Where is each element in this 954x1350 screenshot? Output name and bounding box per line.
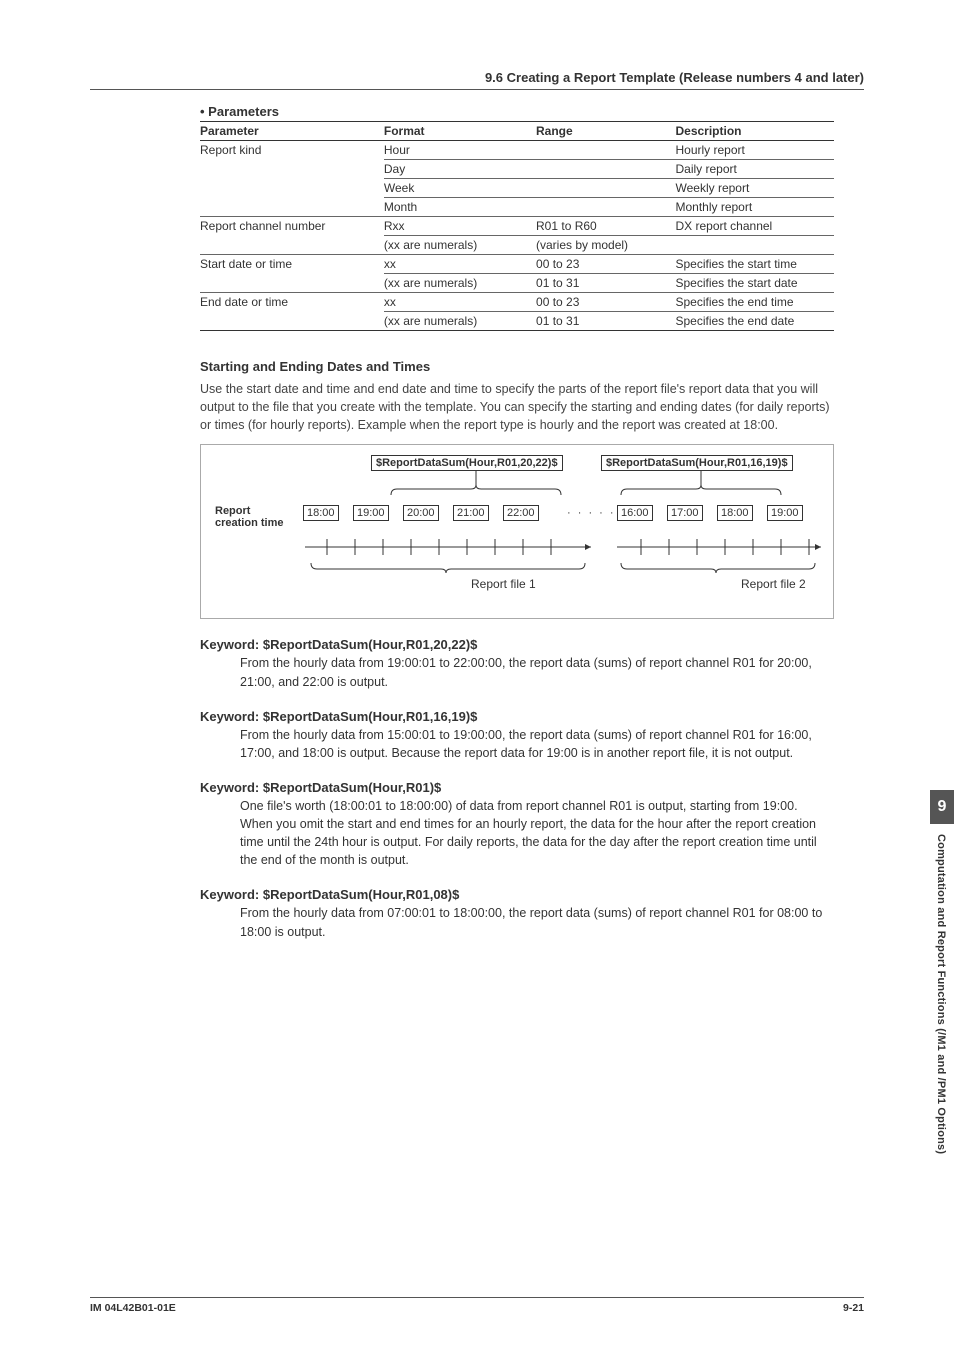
table-row: End date or timexx00 to 23Specifies the … <box>200 293 834 312</box>
table-row: Month Monthly report <box>200 198 834 217</box>
table-cell: Specifies the start date <box>675 274 834 293</box>
table-cell: 00 to 23 <box>536 293 675 312</box>
table-cell: Monthly report <box>675 198 834 217</box>
creation-time-label: Report creation time <box>215 505 283 529</box>
chapter-number: 9 <box>930 790 954 824</box>
table-cell: Hourly report <box>675 141 834 160</box>
col-description: Description <box>675 122 834 141</box>
table-cell: 00 to 23 <box>536 255 675 274</box>
col-range: Range <box>536 122 675 141</box>
table-cell: Hour <box>384 141 536 160</box>
keyword-body: From the hourly data from 07:00:01 to 18… <box>240 904 834 940</box>
table-cell: Daily report <box>675 160 834 179</box>
report-timeline-diagram: $ReportDataSum(Hour,R01,20,22)$ $ReportD… <box>200 444 834 619</box>
col-format: Format <box>384 122 536 141</box>
table-cell: Month <box>384 198 536 217</box>
table-cell: (xx are numerals) <box>384 236 536 255</box>
table-cell: Weekly report <box>675 179 834 198</box>
table-cell: Rxx <box>384 217 536 236</box>
side-tab: 9 Computation and Report Functions (/M1 … <box>930 790 954 1230</box>
table-cell: Specifies the end date <box>675 312 834 331</box>
keyword-heading: Keyword: $ReportDataSum(Hour,R01,16,19)$ <box>200 709 834 724</box>
timeline-dots: · · · · · <box>567 507 616 519</box>
table-cell: 01 to 31 <box>536 274 675 293</box>
time-box: 18:00 <box>303 505 339 521</box>
table-row: (xx are numerals)01 to 31Specifies the e… <box>200 312 834 331</box>
time-box: 18:00 <box>717 505 753 521</box>
table-cell: R01 to R60 <box>536 217 675 236</box>
table-cell: (xx are numerals) <box>384 312 536 331</box>
table-row: (xx are numerals)01 to 31Specifies the s… <box>200 274 834 293</box>
table-row: Report channel numberRxxR01 to R60DX rep… <box>200 217 834 236</box>
table-row: Start date or timexx00 to 23Specifies th… <box>200 255 834 274</box>
table-cell: Report channel number <box>200 217 384 236</box>
table-cell: Report kind <box>200 141 384 160</box>
parameters-table: Parameter Format Range Description Repor… <box>200 121 834 331</box>
table-cell: Specifies the start time <box>675 255 834 274</box>
table-row: (xx are numerals)(varies by model) <box>200 236 834 255</box>
table-cell <box>200 274 384 293</box>
time-box: 19:00 <box>767 505 803 521</box>
time-box: 19:00 <box>353 505 389 521</box>
table-row: Week Weekly report <box>200 179 834 198</box>
footer-left: IM 04L42B01-01E <box>90 1302 176 1314</box>
col-parameter: Parameter <box>200 122 384 141</box>
table-cell: xx <box>384 293 536 312</box>
table-cell <box>675 236 834 255</box>
footer-right: 9-21 <box>843 1302 864 1314</box>
keyword-box-2: $ReportDataSum(Hour,R01,16,19)$ <box>601 455 793 471</box>
report-file-2-label: Report file 2 <box>741 577 806 591</box>
table-cell <box>536 179 675 198</box>
table-cell <box>200 236 384 255</box>
keyword-heading: Keyword: $ReportDataSum(Hour,R01,08)$ <box>200 887 834 902</box>
table-cell <box>200 198 384 217</box>
chapter-title-vertical: Computation and Report Functions (/M1 an… <box>930 824 952 1164</box>
table-cell <box>536 141 675 160</box>
time-box: 21:00 <box>453 505 489 521</box>
parameters-heading: • Parameters <box>200 104 834 119</box>
table-cell: (xx are numerals) <box>384 274 536 293</box>
diagram-svg <box>201 445 821 625</box>
time-box: 17:00 <box>667 505 703 521</box>
table-cell: Start date or time <box>200 255 384 274</box>
table-cell: xx <box>384 255 536 274</box>
table-cell: DX report channel <box>675 217 834 236</box>
table-cell <box>200 179 384 198</box>
table-cell: Day <box>384 160 536 179</box>
table-cell <box>536 198 675 217</box>
time-box: 16:00 <box>617 505 653 521</box>
table-cell: End date or time <box>200 293 384 312</box>
keyword-box-1: $ReportDataSum(Hour,R01,20,22)$ <box>371 455 563 471</box>
table-header-row: Parameter Format Range Description <box>200 122 834 141</box>
keyword-body: One file's worth (18:00:01 to 18:00:00) … <box>240 797 834 870</box>
keyword-heading: Keyword: $ReportDataSum(Hour,R01,20,22)$ <box>200 637 834 652</box>
keyword-body: From the hourly data from 15:00:01 to 19… <box>240 726 834 762</box>
time-box: 20:00 <box>403 505 439 521</box>
time-box: 22:00 <box>503 505 539 521</box>
page-footer: IM 04L42B01-01E 9-21 <box>90 1297 864 1314</box>
section-header: 9.6 Creating a Report Template (Release … <box>90 70 864 90</box>
table-cell: Week <box>384 179 536 198</box>
table-cell: Specifies the end time <box>675 293 834 312</box>
report-file-1-label: Report file 1 <box>471 577 536 591</box>
table-row: Day Daily report <box>200 160 834 179</box>
starting-body: Use the start date and time and end date… <box>200 380 834 434</box>
keyword-body: From the hourly data from 19:00:01 to 22… <box>240 654 834 690</box>
table-cell <box>200 312 384 331</box>
keyword-heading: Keyword: $ReportDataSum(Hour,R01)$ <box>200 780 834 795</box>
table-row: Report kindHour Hourly report <box>200 141 834 160</box>
table-cell <box>536 160 675 179</box>
starting-heading: Starting and Ending Dates and Times <box>200 359 834 374</box>
table-cell: 01 to 31 <box>536 312 675 331</box>
table-cell <box>200 160 384 179</box>
table-cell: (varies by model) <box>536 236 675 255</box>
